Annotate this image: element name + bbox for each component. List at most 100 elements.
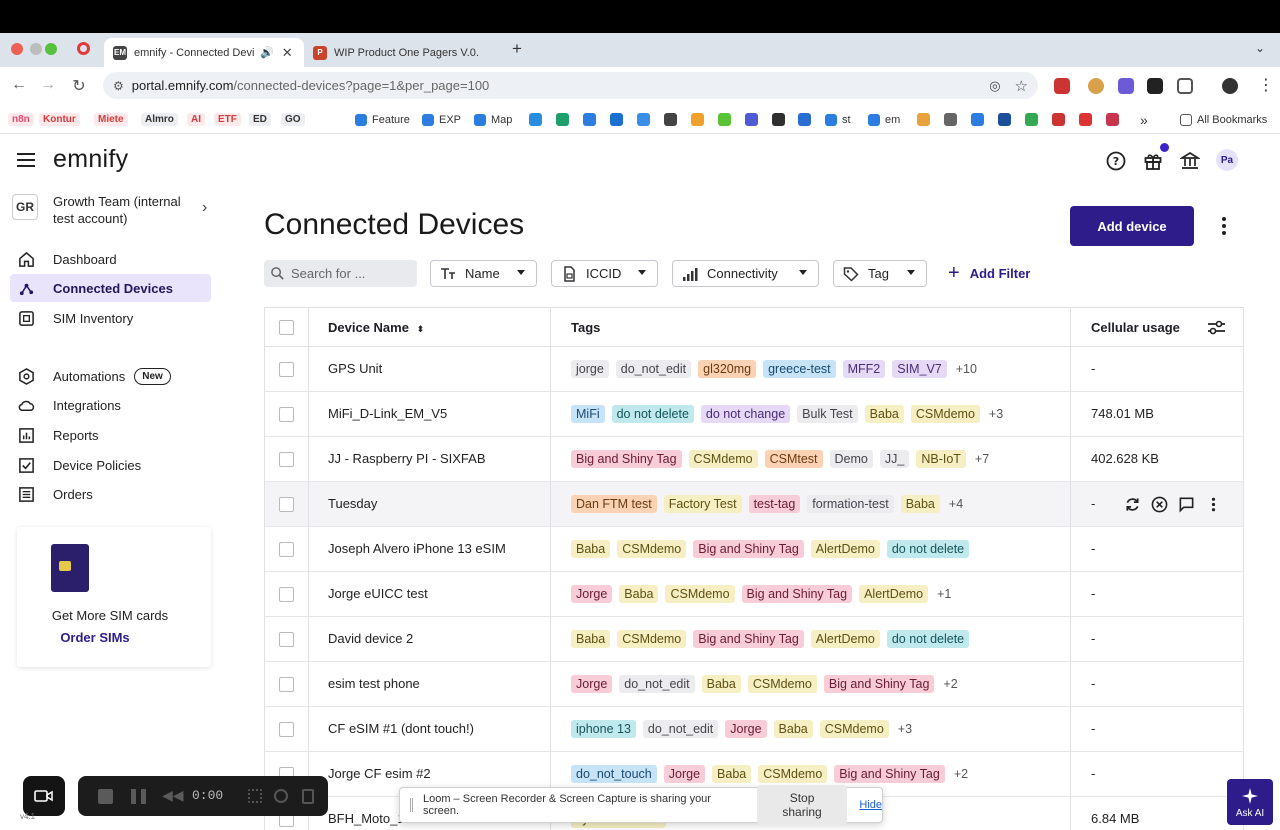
browser-menu-icon[interactable]: ⋮	[1258, 75, 1274, 95]
window-maximize-button[interactable]	[45, 43, 57, 55]
device-name[interactable]: esim test phone	[328, 676, 420, 691]
bookmark-item[interactable]: Kontur	[39, 111, 80, 128]
bookmark-item[interactable]: Map	[474, 111, 512, 128]
new-tab-button[interactable]: +	[512, 39, 522, 59]
org-switcher[interactable]: GR Growth Team (internal test account) ›	[12, 193, 218, 226]
bookmark-favicon-icon[interactable]	[745, 113, 758, 126]
eye-off-icon[interactable]: ◎	[989, 78, 1000, 94]
bookmark-star-icon[interactable]: ☆	[1015, 77, 1028, 95]
extension-dark-icon[interactable]	[1147, 78, 1163, 94]
table-row[interactable]: GPS Unit jorge do_not_edit gl320mg greece-te…	[265, 347, 1243, 392]
bookmark-favicon-icon[interactable]	[718, 113, 731, 126]
tab-emnify[interactable]: EM emnify - Connected Devic 🔊 ✕	[104, 38, 304, 67]
extension-cookie-icon[interactable]	[1088, 78, 1104, 94]
row-more-icon[interactable]	[1204, 493, 1223, 515]
table-row[interactable]: JJ - Raspberry PI - SIXFAB Big and Shiny …	[265, 437, 1243, 482]
gift-icon[interactable]	[1142, 150, 1164, 172]
row-checkbox[interactable]	[279, 632, 294, 647]
refresh-icon[interactable]	[1123, 493, 1142, 515]
bookmark-item[interactable]: Almro	[141, 111, 178, 128]
ask-ai-button[interactable]: Ask AI	[1227, 779, 1273, 825]
table-row[interactable]: CF eSIM #1 (dont touch!) iphone 13 do_not_…	[265, 707, 1243, 752]
bookmark-favicon-icon[interactable]	[1052, 113, 1065, 126]
message-icon[interactable]	[1177, 493, 1196, 515]
device-name[interactable]: MiFi_D-Link_EM_V5	[328, 406, 447, 421]
url-bar[interactable]: ⚙ portal.emnify.com/connected-devices?pa…	[103, 72, 1038, 99]
table-row[interactable]: Joseph Alvero iPhone 13 eSIM Baba CSMdemo B…	[265, 527, 1243, 572]
device-name[interactable]: David device 2	[328, 631, 413, 646]
bookmark-item[interactable]: AI	[187, 111, 205, 128]
tab-wip-product[interactable]: P WIP Product One Pagers V.0.	[304, 38, 504, 67]
device-name[interactable]: BFH_Moto_1	[328, 811, 405, 826]
table-row[interactable]: esim test phone Jorge do_not_edit Baba CSMde…	[265, 662, 1243, 707]
extension-new-icon[interactable]	[1054, 78, 1070, 94]
grid-icon[interactable]	[248, 789, 262, 803]
bookmark-item[interactable]: ETF	[214, 111, 241, 128]
bookmark-favicon-icon[interactable]	[971, 113, 984, 126]
sidebar-item-orders[interactable]: Orders	[10, 480, 211, 508]
drag-handle-icon[interactable]	[410, 798, 413, 812]
all-bookmarks-button[interactable]: All Bookmarks	[1180, 111, 1267, 128]
reload-button[interactable]: ↻	[69, 76, 89, 96]
hide-banner-link[interactable]: Hide	[859, 799, 882, 811]
device-name[interactable]: JJ - Raspberry PI - SIXFAB	[328, 451, 486, 466]
pause-record-button[interactable]	[131, 789, 146, 804]
table-row[interactable]: David device 2 Baba CSMdemo Big and Shiny T…	[265, 617, 1243, 662]
search-box[interactable]	[264, 260, 417, 287]
filter-tag[interactable]: Tag	[833, 260, 927, 287]
row-checkbox[interactable]	[279, 722, 294, 737]
bookmark-item[interactable]: Feature	[355, 111, 410, 128]
row-checkbox[interactable]	[279, 407, 294, 422]
bookmark-favicon-icon[interactable]	[944, 113, 957, 126]
more-tags-count[interactable]: +4	[949, 497, 963, 511]
profile-icon[interactable]	[1222, 78, 1238, 94]
bookmark-item[interactable]: em	[868, 111, 900, 128]
table-row[interactable]: Tuesday Dan FTM test Factory Test test-tag f…	[265, 482, 1243, 527]
window-close-button[interactable]	[11, 43, 23, 55]
bookmark-favicon-icon[interactable]	[1025, 113, 1038, 126]
help-icon[interactable]: ?	[1105, 150, 1127, 172]
bookmark-item[interactable]: EXP	[422, 111, 461, 128]
more-tags-count[interactable]: +2	[954, 767, 968, 781]
tab-search-chevron-icon[interactable]: ⌄	[1255, 41, 1265, 55]
bookmarks-overflow-button[interactable]: »	[1140, 111, 1148, 128]
bookmark-item[interactable]: GO	[281, 111, 305, 128]
trash-icon[interactable]	[302, 789, 314, 804]
block-icon[interactable]	[1150, 493, 1169, 515]
bookmark-favicon-icon[interactable]	[798, 113, 811, 126]
sidebar-item-sim-inventory[interactable]: SIM Inventory	[10, 304, 211, 332]
bookmark-item[interactable]: Miete	[94, 111, 128, 128]
device-name[interactable]: Joseph Alvero iPhone 13 eSIM	[328, 541, 506, 556]
sidebar-item-device-policies[interactable]: Device Policies	[10, 451, 211, 479]
column-device-name[interactable]: Device Name ⬍	[328, 320, 424, 335]
bank-icon[interactable]	[1179, 150, 1201, 172]
extension-badge-icon[interactable]	[1118, 78, 1134, 94]
bookmark-favicon-icon[interactable]	[772, 113, 785, 126]
bookmark-favicon-icon[interactable]	[917, 113, 930, 126]
column-settings-icon[interactable]	[1207, 319, 1226, 339]
bookmark-favicon-icon[interactable]	[1079, 113, 1092, 126]
row-checkbox[interactable]	[279, 542, 294, 557]
more-tags-count[interactable]: +10	[956, 362, 977, 376]
device-name[interactable]: Jorge eUICC test	[328, 586, 428, 601]
bookmark-favicon-icon[interactable]	[664, 113, 677, 126]
stop-record-button[interactable]	[98, 789, 113, 804]
device-name[interactable]: Tuesday	[328, 496, 377, 511]
filter-iccid[interactable]: ICCID	[551, 260, 658, 287]
search-input[interactable]	[291, 266, 411, 281]
bookmark-favicon-icon[interactable]	[583, 113, 596, 126]
table-row[interactable]: MiFi_D-Link_EM_V5 MiFi do not delete do not…	[265, 392, 1243, 437]
sidebar-item-integrations[interactable]: Integrations	[10, 391, 211, 419]
sidebar-item-reports[interactable]: Reports	[10, 421, 211, 449]
extensions-puzzle-icon[interactable]	[1177, 78, 1193, 94]
camera-toggle-button[interactable]	[23, 776, 65, 816]
window-minimize-button[interactable]	[30, 43, 42, 55]
bookmark-favicon-icon[interactable]	[998, 113, 1011, 126]
filter-connectivity[interactable]: Connectivity	[672, 260, 819, 287]
sidebar-item-connected-devices[interactable]: Connected Devices	[10, 274, 211, 302]
menu-hamburger-icon[interactable]	[17, 153, 35, 167]
forward-button[interactable]: →	[38, 76, 58, 94]
device-name[interactable]: Jorge CF esim #2	[328, 766, 431, 781]
site-settings-icon[interactable]: ⚙	[113, 79, 124, 93]
bookmark-item[interactable]: ED	[249, 111, 271, 128]
